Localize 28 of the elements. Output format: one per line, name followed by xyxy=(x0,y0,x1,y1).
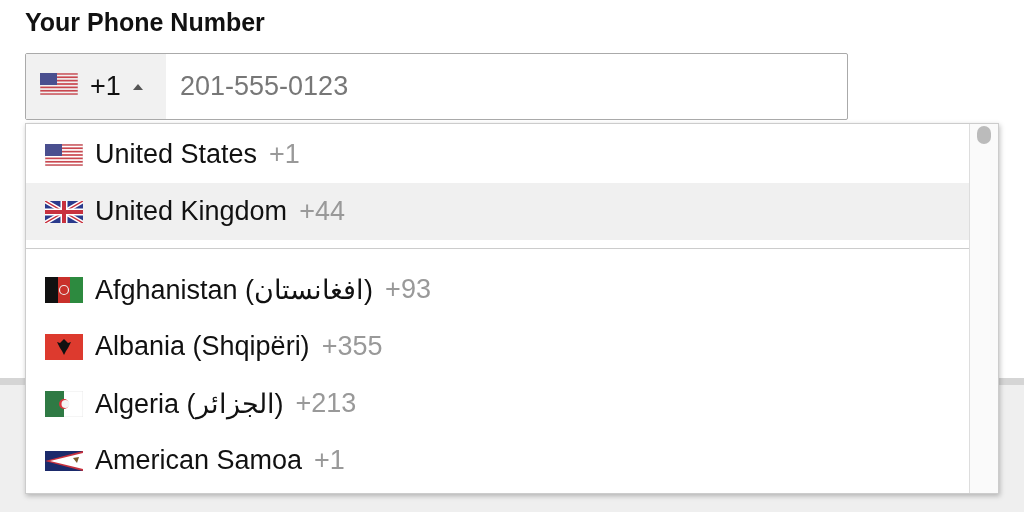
country-selector[interactable]: +1 xyxy=(26,54,166,119)
dial-code: +1 xyxy=(314,445,345,476)
scrollbar-thumb[interactable] xyxy=(977,126,991,144)
dial-code: +1 xyxy=(269,139,300,170)
dial-code: +44 xyxy=(299,196,345,227)
flag-icon xyxy=(40,73,78,95)
dial-code: +93 xyxy=(385,274,431,305)
country-name: Algeria (الجزائر) xyxy=(95,387,284,420)
flag-icon xyxy=(45,333,83,360)
flag-icon xyxy=(45,450,83,471)
country-name: United Kingdom xyxy=(95,196,288,227)
scrollbar[interactable] xyxy=(969,124,998,493)
country-option[interactable]: Albania (Shqipëri) +355 xyxy=(26,318,969,375)
country-name: Afghanistan (افغانستان) xyxy=(95,273,374,306)
flag-icon xyxy=(45,276,83,303)
flag-icon xyxy=(45,143,83,166)
dial-code: +355 xyxy=(321,331,383,362)
country-option[interactable]: United Kingdom +44 xyxy=(26,183,969,240)
field-label: Your Phone Number xyxy=(25,8,265,37)
phone-input-field[interactable]: +1 201-555-0123 xyxy=(25,53,848,120)
country-name: United States xyxy=(95,139,258,170)
country-option[interactable]: American Samoa +1 xyxy=(26,432,969,489)
flag-icon xyxy=(45,200,83,223)
country-name: Albania (Shqipëri) xyxy=(95,331,310,362)
flag-icon xyxy=(45,390,83,417)
country-option[interactable]: United States +1 xyxy=(26,126,969,183)
country-name: American Samoa xyxy=(95,445,303,476)
dial-code: +213 xyxy=(295,388,357,419)
